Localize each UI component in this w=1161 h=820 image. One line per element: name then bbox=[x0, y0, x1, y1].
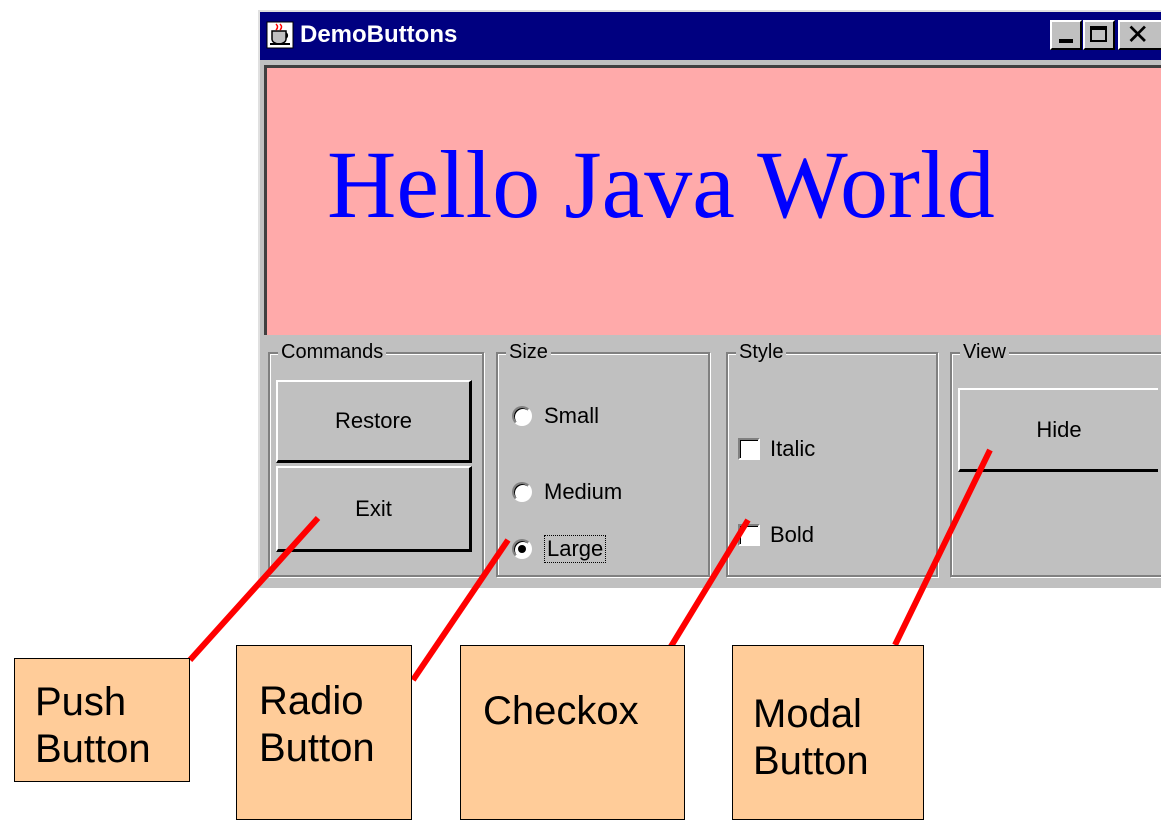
display-canvas: Hello Java World bbox=[264, 65, 1161, 335]
modal-callout-line-2: Button bbox=[753, 739, 869, 783]
bold-checkbox-label: Bold bbox=[770, 522, 815, 547]
window-title: DemoButtons bbox=[300, 21, 458, 48]
commands-group: Commands Restore Exit bbox=[268, 340, 484, 577]
radio-callout-line-2: Button bbox=[259, 726, 375, 770]
push-callout-line-2: Button bbox=[35, 727, 151, 771]
style-group: Style Italic Bold bbox=[726, 340, 938, 577]
radio-medium-label: Medium bbox=[544, 479, 623, 504]
modal-callout-line-1: Modal bbox=[753, 692, 862, 736]
modal-button-callout: Modal Button bbox=[732, 645, 924, 820]
hello-text: Hello Java World bbox=[327, 131, 995, 238]
checkbox-callout-text: Checkox bbox=[483, 689, 639, 733]
radio-button-callout: Radio Button bbox=[236, 645, 412, 820]
push-button-callout: Push Button bbox=[14, 658, 190, 782]
restore-button[interactable]: Restore bbox=[276, 380, 472, 463]
italic-checkbox-label: Italic bbox=[770, 436, 816, 461]
checkbox-callout: Checkox bbox=[460, 645, 685, 820]
bold-checkbox[interactable]: Bold bbox=[738, 520, 814, 550]
radio-medium-indicator[interactable] bbox=[512, 482, 532, 502]
commands-group-label: Commands bbox=[278, 340, 387, 364]
hide-button[interactable]: Hide bbox=[958, 388, 1158, 472]
java-app-icon[interactable] bbox=[266, 21, 294, 49]
radio-small-label: Small bbox=[544, 403, 600, 428]
maximize-button[interactable] bbox=[1083, 20, 1115, 50]
radio-large-label: Large bbox=[544, 535, 607, 563]
demo-buttons-window: DemoButtons ✕ Hello Java World Commands … bbox=[258, 10, 1161, 588]
italic-checkbox-box[interactable] bbox=[738, 438, 760, 460]
close-icon: ✕ bbox=[1126, 18, 1150, 51]
style-group-label: Style bbox=[736, 340, 787, 364]
minimize-icon bbox=[1059, 39, 1073, 43]
view-group-label: View bbox=[960, 340, 1009, 364]
exit-button[interactable]: Exit bbox=[276, 466, 472, 552]
radio-large[interactable]: Large bbox=[512, 534, 607, 564]
close-button[interactable]: ✕ bbox=[1118, 18, 1161, 51]
italic-checkbox[interactable]: Italic bbox=[738, 434, 815, 464]
radio-small[interactable]: Small bbox=[512, 401, 599, 431]
size-group: Size Small Medium Large bbox=[496, 340, 710, 577]
radio-large-indicator[interactable] bbox=[512, 539, 532, 559]
radio-callout-line-1: Radio bbox=[259, 679, 364, 723]
bold-checkbox-box[interactable] bbox=[738, 524, 760, 546]
radio-small-indicator[interactable] bbox=[512, 406, 532, 426]
view-group: View Hide bbox=[950, 340, 1161, 577]
radio-medium[interactable]: Medium bbox=[512, 477, 622, 507]
maximize-icon bbox=[1090, 26, 1107, 42]
minimize-button[interactable] bbox=[1050, 20, 1082, 50]
size-group-label: Size bbox=[506, 340, 551, 364]
push-callout-line-1: Push bbox=[35, 680, 127, 724]
title-bar[interactable]: DemoButtons ✕ bbox=[260, 12, 1161, 60]
